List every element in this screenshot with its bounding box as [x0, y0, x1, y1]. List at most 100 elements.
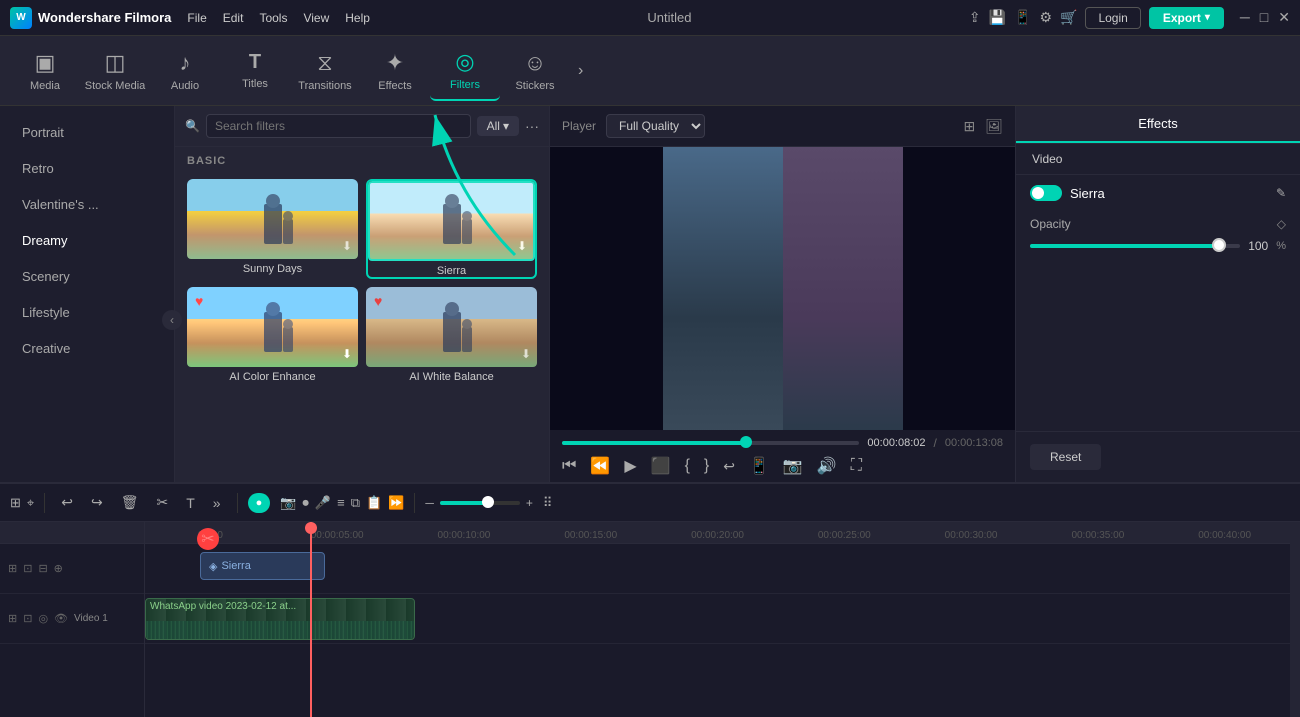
out-point-icon[interactable]: } — [704, 457, 709, 475]
filter-item-sierra[interactable]: ⬇ Sierra — [366, 179, 537, 279]
store-icon[interactable]: 🛒 — [1060, 9, 1077, 26]
toolbar-filters[interactable]: ◎ Filters — [430, 41, 500, 101]
image-view-icon[interactable]: 🖼 — [985, 118, 1003, 135]
sidebar-item-dreamy[interactable]: Dreamy — [6, 223, 168, 258]
text-button[interactable]: T — [180, 491, 201, 515]
figure-child-icon-ai2 — [462, 327, 472, 352]
filter-item-sunny-days[interactable]: ⬇ Sunny Days — [187, 179, 358, 279]
toolbar-stickers[interactable]: ☺ Stickers — [500, 41, 570, 101]
ruler-mark-6: 00:00:30:00 — [908, 530, 1035, 541]
sidebar-item-portrait[interactable]: Portrait — [6, 115, 168, 150]
voice-icon[interactable]: 🎤 — [315, 495, 331, 511]
redo-button[interactable]: ↪ — [85, 490, 109, 515]
save-icon[interactable]: 💾 — [989, 9, 1006, 26]
step-back-icon[interactable]: ⏪ — [590, 456, 610, 476]
settings-icon[interactable]: ⚙ — [1039, 9, 1052, 26]
sidebar-item-retro[interactable]: Retro — [6, 151, 168, 186]
grid-view-icon[interactable]: ⊞ — [963, 118, 975, 135]
zoom-fill — [440, 501, 488, 505]
toolbar-stock-media[interactable]: ◫ Stock Media — [80, 41, 150, 101]
filter-toggle[interactable] — [1030, 185, 1062, 201]
zoom-bar[interactable] — [440, 501, 520, 505]
skip-back-icon[interactable]: ⏮ — [562, 457, 576, 475]
toolbar-titles[interactable]: T Titles — [220, 41, 290, 101]
toolbar-media[interactable]: ▣ Media — [10, 41, 80, 101]
track1-icon4[interactable]: 👁 — [54, 612, 68, 625]
toolbar-transitions[interactable]: ⧖ Transitions — [290, 41, 360, 101]
main-toolbar: ▣ Media ◫ Stock Media ♪ Audio T Titles ⧖… — [0, 36, 1300, 106]
reset-button[interactable]: Reset — [1030, 444, 1101, 470]
login-button[interactable]: Login — [1085, 7, 1140, 29]
fullscreen-icon[interactable]: ⛶ — [851, 457, 862, 475]
player-label: Player — [562, 119, 596, 133]
zoom-handle[interactable] — [482, 496, 494, 508]
filter-all-label: All — [487, 119, 500, 133]
copy-icon[interactable]: ⧉ — [351, 495, 360, 511]
sidebar-collapse-button[interactable]: ‹ — [162, 310, 175, 330]
search-input[interactable] — [206, 114, 471, 138]
progress-bar[interactable] — [562, 441, 859, 445]
filter-item-ai-white-balance[interactable]: ♥ ⬇ AI White Balance — [366, 287, 537, 383]
progress-handle[interactable] — [740, 436, 752, 448]
phone-icon[interactable]: 📱 — [1014, 9, 1031, 26]
maximize-button[interactable]: □ — [1260, 9, 1268, 26]
scissors-icon[interactable]: ✂ — [197, 528, 219, 550]
timeline-more-button[interactable]: ⠿ — [539, 491, 557, 515]
add-marker-button[interactable]: ● — [248, 493, 271, 513]
subtitle-icon[interactable]: ≡ — [337, 495, 345, 510]
track1-icon2[interactable]: ⊡ — [23, 612, 32, 625]
in-point-icon[interactable]: { — [685, 457, 690, 475]
minimize-button[interactable]: ─ — [1240, 9, 1250, 26]
time-separator: / — [934, 436, 937, 450]
menu-tools[interactable]: Tools — [259, 11, 287, 25]
sidebar-item-lifestyle[interactable]: Lifestyle — [6, 295, 168, 330]
stop-button[interactable]: ⬛ — [651, 456, 671, 476]
opacity-handle[interactable] — [1212, 238, 1226, 252]
cut-button[interactable]: ✂ — [150, 490, 174, 515]
export-button[interactable]: Export ▾ — [1149, 7, 1224, 29]
tab-video[interactable]: Video — [1016, 144, 1300, 175]
zoom-out-icon[interactable]: ─ — [425, 496, 434, 510]
filter-more-button[interactable]: ··· — [525, 118, 539, 134]
toolbar-more-icon[interactable]: › — [570, 62, 591, 80]
volume-icon[interactable]: 🔊 — [817, 456, 837, 476]
filter-edit-icon[interactable]: ✎ — [1276, 186, 1286, 200]
scenes-icon[interactable]: ⊞ — [10, 495, 21, 511]
quality-select[interactable]: Full Quality — [606, 114, 705, 138]
tab-effects[interactable]: Effects — [1016, 106, 1300, 143]
phone-preview-icon[interactable]: 📱 — [749, 456, 769, 476]
toolbar-audio[interactable]: ♪ Audio — [150, 41, 220, 101]
scrollbar-track[interactable] — [1290, 522, 1300, 717]
sidebar-item-creative[interactable]: Creative — [6, 331, 168, 366]
toolbar-effects[interactable]: ✦ Effects — [360, 41, 430, 101]
opacity-unit: % — [1276, 240, 1286, 252]
opacity-diamond-icon[interactable]: ◇ — [1277, 217, 1286, 231]
sidebar-item-valentines[interactable]: Valentine's ... — [6, 187, 168, 222]
sidebar-item-scenery[interactable]: Scenery — [6, 259, 168, 294]
close-button[interactable]: ✕ — [1278, 9, 1290, 26]
filter-all-button[interactable]: All ▾ — [477, 116, 519, 136]
cloud-icon[interactable]: ⇪ — [969, 9, 981, 26]
filter-item-ai-color-enhance[interactable]: ♥ ⬇ AI Color Enhance — [187, 287, 358, 383]
menu-view[interactable]: View — [303, 11, 329, 25]
play-button[interactable]: ▶ — [624, 456, 636, 476]
screenshot-icon[interactable]: 📷 — [783, 456, 803, 476]
more-tools-button[interactable]: » — [207, 491, 227, 515]
track1-icon3[interactable]: ◎ — [38, 612, 48, 625]
menu-edit[interactable]: Edit — [223, 11, 244, 25]
video-clip[interactable]: WhatsApp video 2023-02-12 at... — [145, 598, 415, 640]
camera-icon[interactable]: 📷 — [280, 495, 296, 511]
opacity-slider[interactable] — [1030, 244, 1240, 248]
zoom-in-icon[interactable]: + — [526, 496, 533, 510]
track1-icon1[interactable]: ⊞ — [8, 612, 17, 625]
snap-icon[interactable]: ⌖ — [27, 495, 34, 511]
undo-button[interactable]: ↩ — [55, 490, 79, 515]
speed-icon[interactable]: ⏩ — [388, 495, 404, 511]
delete-button[interactable]: 🗑 — [115, 490, 145, 515]
clip-icon[interactable]: 📋 — [366, 495, 382, 511]
filter-clip[interactable]: ◈ Sierra — [200, 552, 325, 580]
menu-file[interactable]: File — [187, 11, 206, 25]
menu-help[interactable]: Help — [345, 11, 370, 25]
loop-icon[interactable]: ↩ — [723, 458, 735, 475]
record-icon[interactable]: ⏺ — [302, 495, 309, 511]
